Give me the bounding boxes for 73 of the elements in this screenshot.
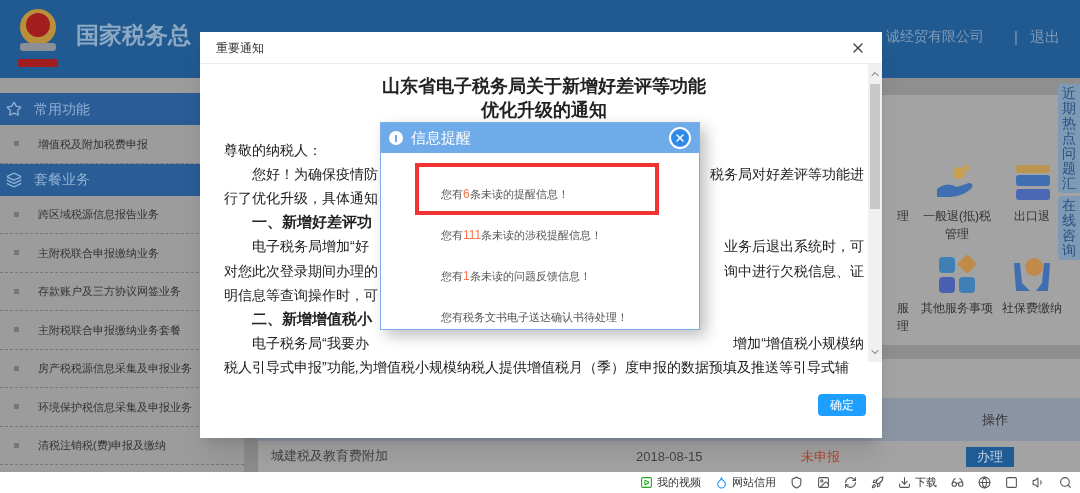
notice-text: 一、新增好差评功 (251, 212, 372, 233)
notice-text: 询中进行欠税信息、证 (724, 261, 864, 281)
speaker-icon[interactable] (1032, 476, 1045, 489)
bullet-icon (14, 442, 19, 448)
image-icon[interactable] (817, 476, 830, 489)
column-header: 操作 (982, 410, 1008, 429)
confirm-button[interactable]: 确定 (818, 394, 866, 416)
video-icon (640, 476, 653, 489)
notice-heading: 优化升级的通知 (479, 99, 608, 122)
search-icon[interactable] (1059, 476, 1072, 489)
scrollbar[interactable] (868, 64, 882, 362)
bullet-icon (14, 404, 19, 410)
bullet-icon (14, 211, 19, 217)
item-label: 环境保护税信息采集及申报业务 (38, 399, 192, 415)
notice-text: 业务后退出系统时，可 (724, 237, 864, 257)
drop-icon (715, 476, 728, 489)
site-title: 国家税务总 (76, 20, 191, 50)
bullet-icon (14, 327, 19, 333)
service-label[interactable]: 理 (897, 207, 910, 225)
scroll-thumb[interactable] (870, 84, 880, 209)
star-icon (6, 101, 22, 117)
notice-text: 您好！为确保疫情防 (251, 164, 378, 184)
exclamation-icon (389, 131, 403, 145)
tiles-icon (937, 255, 977, 295)
service-label[interactable]: 一般退(抵)税管理 (920, 207, 994, 243)
bullet-icon (14, 141, 19, 147)
item-label: 主附税联合申报缴纳业务 (38, 245, 159, 261)
alert-message[interactable]: 您有111条未读的涉税提醒信息！ (441, 229, 603, 241)
shield-icon[interactable] (790, 476, 803, 489)
section-label: 套餐业务 (34, 170, 90, 189)
notice-text: 电子税务局“我要办 (251, 334, 369, 354)
alert-message[interactable]: 您有6条未读的提醒信息！ (441, 188, 569, 200)
item-label: 跨区域税源信息报告业务 (38, 207, 159, 222)
bullet-icon (14, 250, 19, 256)
item-label: 增值税及附加税费申报 (38, 136, 148, 152)
separator: | (1014, 26, 1018, 47)
item-label: 清税注销税(费)申报及缴纳 (38, 438, 167, 453)
notice-text: 税务局对好差评等功能进 (710, 164, 864, 184)
table-cell-text: 2018-08-15 (636, 447, 704, 466)
square-icon[interactable] (1005, 476, 1018, 489)
side-tab[interactable]: 在线咨询 (1058, 196, 1080, 260)
status-item[interactable]: 我的视频 (640, 474, 701, 491)
alert-message[interactable]: 您有税务文书电子送达确认书待处理！ (441, 311, 628, 323)
status-cell-text: 未申报 (801, 447, 841, 466)
side-tab[interactable]: 近期热点问题汇 (1058, 84, 1080, 193)
service-label[interactable]: 服理 (897, 299, 910, 335)
bullet-icon (14, 365, 19, 371)
layers-icon (6, 171, 22, 188)
glasses-icon[interactable] (951, 476, 964, 489)
handle-button[interactable]: 办理 (966, 446, 1014, 467)
globe-icon[interactable] (978, 476, 991, 489)
notice-text: 增加“增值税小规模纳 (733, 334, 864, 354)
service-label[interactable]: 社保费缴纳 (1002, 299, 1062, 317)
service-label[interactable]: 出口退 (1014, 207, 1050, 225)
rocket-icon[interactable] (871, 476, 884, 489)
bullet-icon (14, 288, 19, 294)
company-name: 诚经贸有限公司 (886, 27, 985, 46)
status-item[interactable]: 下载 (898, 474, 937, 491)
logout-link[interactable]: 退出 (1030, 25, 1060, 49)
alert-title: 信息提醒 (411, 127, 471, 148)
refresh-icon[interactable] (844, 476, 857, 489)
notice-heading: 山东省电子税务局关于新增好差评等功能 (381, 75, 707, 98)
notice-text: 电子税务局增加“好 (251, 237, 369, 257)
item-label: 主附税联合申报缴纳业务套餐 (38, 322, 181, 338)
dialog-title: 重要通知 (216, 39, 264, 57)
alert-message[interactable]: 您有1条未读的问题反馈信息！ (441, 270, 591, 282)
download-icon (898, 476, 911, 489)
section-label: 常用功能 (34, 99, 90, 119)
notice-text: 二、新增增值税小 (251, 309, 372, 330)
table-cell-text: 城建税及教育费附加 (271, 448, 389, 466)
status-item[interactable]: 网站信用 (715, 474, 776, 491)
item-label: 房产税税源信息采集及申报业务 (38, 361, 192, 376)
service-label[interactable]: 其他服务事项 (921, 299, 993, 317)
